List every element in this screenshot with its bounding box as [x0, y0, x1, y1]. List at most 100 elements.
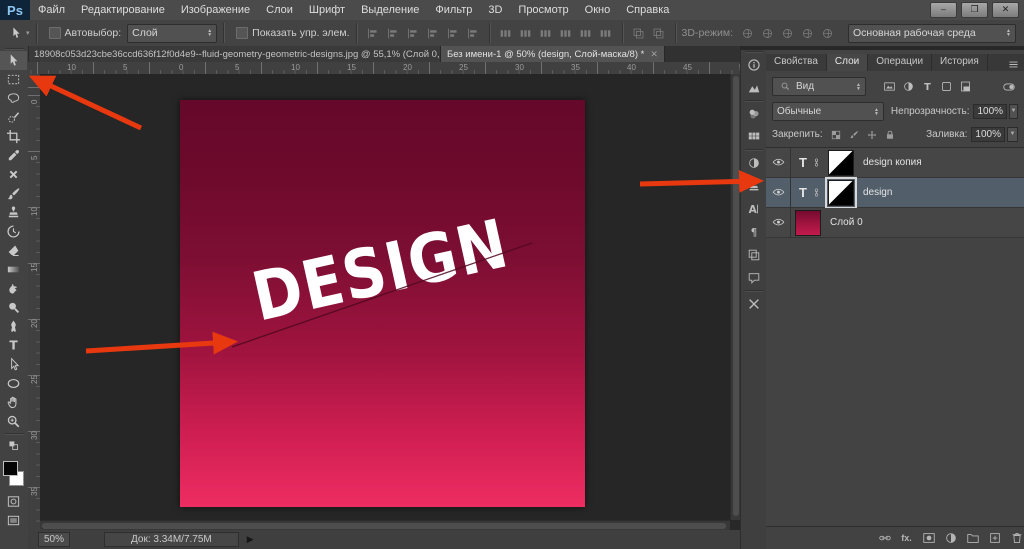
minimize-button[interactable]: – — [930, 2, 957, 18]
layer-visibility-toggle[interactable] — [766, 178, 791, 207]
type-tool[interactable]: T — [0, 336, 27, 355]
scale-3d-icon[interactable] — [817, 24, 837, 42]
lock-pixels-icon[interactable] — [846, 127, 862, 142]
zoom-level-field[interactable]: 50% — [38, 532, 70, 547]
rectangular-marquee-tool[interactable] — [0, 70, 27, 89]
menu-item-справка[interactable]: Справка — [618, 0, 677, 20]
text-layer-thumbnail[interactable]: T — [799, 185, 807, 200]
menu-item-файл[interactable]: Файл — [30, 0, 73, 20]
link-layers-icon[interactable] — [877, 531, 892, 546]
swatches-panel-icon[interactable] — [741, 125, 767, 148]
opacity-value[interactable]: 100% — [973, 104, 1007, 119]
zoom-tool[interactable] — [0, 412, 27, 431]
quick-selection-tool[interactable] — [0, 108, 27, 127]
distribute-top-icon[interactable] — [496, 24, 516, 42]
layer-comps-panel-icon[interactable] — [741, 243, 767, 266]
auto-align-icon[interactable] — [629, 24, 649, 42]
menu-item-слои[interactable]: Слои — [258, 0, 301, 20]
panel-tab-слои[interactable]: Слои — [827, 54, 868, 71]
menu-item-окно[interactable]: Окно — [577, 0, 619, 20]
new-adjustment-icon[interactable] — [943, 531, 958, 546]
autoselect-checkbox[interactable] — [49, 27, 61, 39]
delete-layer-icon[interactable] — [1009, 531, 1024, 546]
fill-value[interactable]: 100% — [971, 127, 1005, 142]
quick-mask-button[interactable] — [0, 492, 27, 511]
smudge-tool[interactable] — [0, 279, 27, 298]
restore-button[interactable]: ❐ — [961, 2, 988, 18]
fill-caret-icon[interactable]: ▼ — [1007, 127, 1018, 142]
lasso-tool[interactable] — [0, 89, 27, 108]
distribute-h-center-icon[interactable] — [576, 24, 596, 42]
hand-tool[interactable] — [0, 393, 27, 412]
clone-source-panel-icon[interactable] — [741, 174, 767, 197]
document-tab-1[interactable]: 18908c053d23cbe36ccd636f12f0d4e9--fluid-… — [28, 46, 441, 62]
workspace-select[interactable]: Основная рабочая среда ▲▼ — [848, 24, 1016, 43]
menu-item-шрифт[interactable]: Шрифт — [301, 0, 353, 20]
slide-3d-icon[interactable] — [797, 24, 817, 42]
layer-row-design[interactable]: Tdesign — [766, 178, 1024, 208]
panel-menu-icon[interactable] — [1007, 58, 1020, 71]
type-filter-icon[interactable]: T — [918, 78, 937, 95]
document-tab-2[interactable]: Без имени-1 @ 50% (design, Слой-маска/8)… — [441, 46, 665, 62]
distribute-right-icon[interactable] — [596, 24, 616, 42]
align-top-icon[interactable] — [423, 24, 443, 42]
screen-mode-button[interactable] — [0, 511, 27, 530]
distribute-bottom-icon[interactable] — [536, 24, 556, 42]
layer-row-слой-0[interactable]: Слой 0 — [766, 208, 1024, 238]
histogram-panel-icon[interactable] — [741, 76, 767, 99]
autoselect-target-select[interactable]: Слой ▲▼ — [127, 24, 217, 43]
layer-mask-thumbnail[interactable] — [828, 180, 854, 206]
layer-style-icon[interactable]: fx. — [899, 531, 914, 546]
lock-transparency-icon[interactable] — [828, 127, 844, 142]
tool-presets-panel-icon[interactable] — [741, 292, 767, 315]
filter-switch-icon[interactable] — [999, 78, 1018, 95]
info-panel-icon[interactable] — [741, 53, 767, 76]
align-h-center-icon[interactable] — [383, 24, 403, 42]
align-right-icon[interactable] — [403, 24, 423, 42]
menu-item-выделение[interactable]: Выделение — [353, 0, 427, 20]
lock-all-icon[interactable] — [882, 127, 898, 142]
smartobject-filter-icon[interactable] — [956, 78, 975, 95]
canvas-area[interactable]: DESIGN — [40, 74, 730, 520]
move-tool[interactable] — [0, 51, 27, 70]
menu-item-редактирование[interactable]: Редактирование — [73, 0, 173, 20]
default-swatches-icon[interactable] — [0, 436, 27, 455]
close-tab-icon[interactable]: ✕ — [650, 49, 658, 60]
document-canvas[interactable]: DESIGN — [180, 100, 585, 507]
notes-panel-icon[interactable] — [741, 266, 767, 289]
spot-healing-brush-tool[interactable] — [0, 165, 27, 184]
new-layer-icon[interactable] — [987, 531, 1002, 546]
layer-visibility-toggle[interactable] — [766, 208, 791, 237]
status-menu-arrow-icon[interactable]: ▶ — [247, 534, 254, 545]
drag-3d-icon[interactable] — [777, 24, 797, 42]
clone-stamp-tool[interactable] — [0, 203, 27, 222]
crop-tool[interactable] — [0, 127, 27, 146]
eraser-tool[interactable] — [0, 241, 27, 260]
menu-item-фильтр[interactable]: Фильтр — [427, 0, 480, 20]
paragraph-panel-icon[interactable]: ¶ — [741, 220, 767, 243]
blend-mode-select[interactable]: Обычные ▲▼ — [772, 102, 884, 121]
new-group-icon[interactable] — [965, 531, 980, 546]
filter-kind-select[interactable]: Вид ▲▼ — [772, 77, 866, 96]
roll-3d-icon[interactable] — [757, 24, 777, 42]
dodge-tool[interactable] — [0, 298, 27, 317]
ellipse-tool[interactable] — [0, 374, 27, 393]
align-bottom-icon[interactable] — [463, 24, 483, 42]
shape-filter-icon[interactable] — [937, 78, 956, 95]
gradient-tool[interactable] — [0, 260, 27, 279]
close-button[interactable]: ✕ — [992, 2, 1019, 18]
rotate-3d-icon[interactable] — [737, 24, 757, 42]
layer-thumbnail[interactable] — [795, 210, 821, 236]
distribute-v-center-icon[interactable] — [516, 24, 536, 42]
layer-row-design-копия[interactable]: Tdesign копия — [766, 148, 1024, 178]
tool-preset-caret-icon[interactable]: ▾ — [26, 29, 30, 37]
menu-item-просмотр[interactable]: Просмотр — [510, 0, 576, 20]
menu-item-3d[interactable]: 3D — [480, 0, 510, 20]
panel-tab-история[interactable]: История — [932, 54, 988, 71]
show-controls-checkbox[interactable] — [236, 27, 248, 39]
path-selection-tool[interactable] — [0, 355, 27, 374]
panel-tab-свойства[interactable]: Свойства — [766, 54, 827, 71]
color-panel-icon[interactable] — [741, 102, 767, 125]
pen-tool[interactable] — [0, 317, 27, 336]
auto-blend-icon[interactable] — [649, 24, 669, 42]
